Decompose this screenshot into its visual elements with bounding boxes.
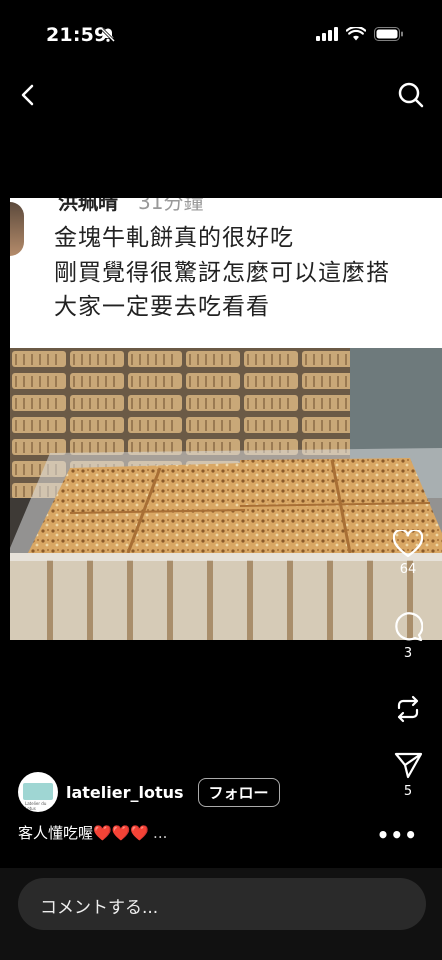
status-bar: 21:59 <box>0 0 442 66</box>
comment-bar: コメントする... <box>0 868 442 960</box>
status-time: 21:59 <box>46 24 108 46</box>
nougat-cookies-photo <box>10 348 442 640</box>
post-media[interactable]: 洪珮晴 31分鐘 金塊牛軋餅真的很好吃 剛買覺得很驚訝怎麼可以這麼搭 大家一定要… <box>0 198 442 640</box>
share-action[interactable]: 5 <box>388 750 428 799</box>
tweet-line-2: 剛買覺得很驚訝怎麼可以這麼搭 <box>54 260 390 286</box>
comment-action[interactable]: 3 <box>388 612 428 661</box>
battery-icon <box>374 27 403 41</box>
username[interactable]: latelier_lotus <box>66 783 184 802</box>
tweet-time: 31分鐘 <box>138 198 204 214</box>
comment-placeholder: コメントする... <box>40 898 159 918</box>
repost-icon[interactable] <box>393 694 423 724</box>
send-icon[interactable] <box>393 750 423 780</box>
comment-input[interactable]: コメントする... <box>18 878 426 930</box>
follow-button[interactable]: フォロー <box>197 777 280 807</box>
more-options-icon[interactable]: ••• <box>377 825 418 845</box>
heart-icon[interactable] <box>393 530 423 558</box>
caption-text: 客人懂吃喔 <box>18 824 94 842</box>
tweet-screenshot: 洪珮晴 31分鐘 金塊牛軋餅真的很好吃 剛買覺得很驚訝怎麼可以這麼搭 大家一定要… <box>10 198 442 326</box>
tweet-line-1: 金塊牛軋餅真的很好吃 <box>54 225 294 251</box>
like-count: 64 <box>399 562 417 577</box>
caption-hearts: ❤️❤️❤️ <box>93 824 150 842</box>
comment-count: 3 <box>403 646 413 661</box>
avatar-logo-text: Latelier du Lotus <box>25 801 47 811</box>
media-divider <box>10 326 442 348</box>
avatar[interactable]: Latelier du Lotus <box>18 772 58 812</box>
comment-bubble-icon[interactable] <box>393 612 423 642</box>
bell-muted-icon <box>100 27 116 43</box>
tweet-author: 洪珮晴 <box>58 198 118 214</box>
repost-action[interactable] <box>388 694 428 724</box>
caption-more[interactable]: ... <box>153 824 167 842</box>
search-icon[interactable] <box>396 80 426 110</box>
avatar-logo <box>23 783 53 800</box>
back-arrow-icon[interactable] <box>14 80 44 110</box>
like-action[interactable]: 64 <box>388 530 428 577</box>
post-caption[interactable]: 客人懂吃喔❤️❤️❤️... <box>18 822 167 843</box>
signal-icon <box>316 27 338 41</box>
top-navigation <box>0 66 442 126</box>
tweet-avatar <box>10 202 24 256</box>
share-count: 5 <box>403 784 413 799</box>
wifi-icon <box>346 27 366 41</box>
tweet-line-3: 大家一定要去吃看看 <box>54 294 270 320</box>
post-author-row: Latelier du Lotus latelier_lotus フォロー <box>18 772 280 812</box>
